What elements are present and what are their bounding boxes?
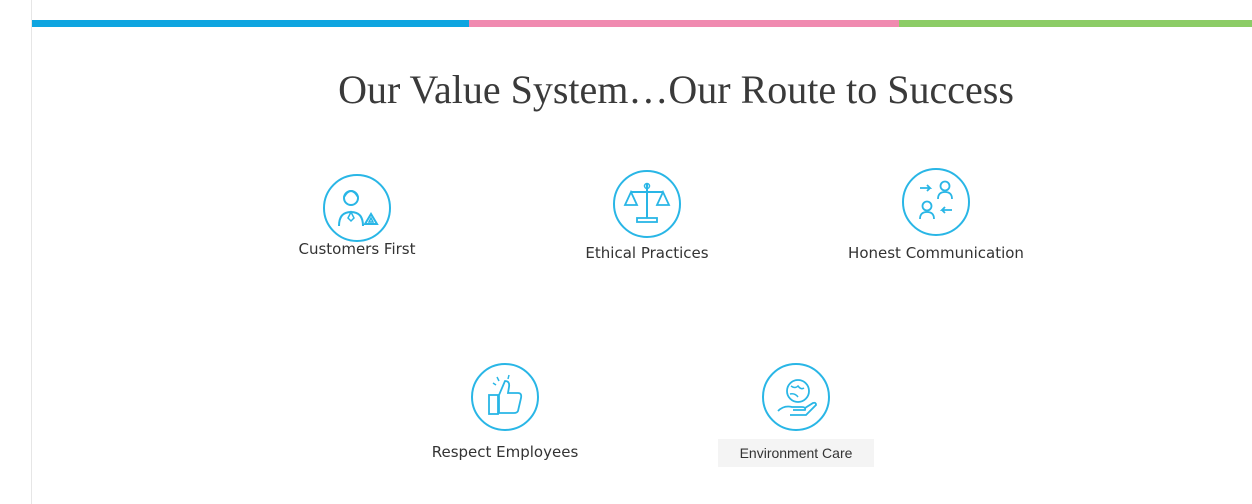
value-environment-care: Environment Care: [686, 361, 906, 467]
thumbs-up-icon: [471, 363, 539, 431]
page-title: Our Value System…Our Route to Success: [338, 67, 1014, 112]
value-ethical-practices: Ethical Practices: [537, 168, 757, 262]
customer-support-icon: [323, 174, 391, 242]
value-customers-first: Customers First: [247, 172, 467, 258]
stripe-blue: [32, 20, 469, 27]
value-label-honest-communication: Honest Communication: [848, 244, 1024, 262]
scales-of-justice-icon: [613, 170, 681, 238]
stripe-green: [899, 20, 1252, 27]
environment-care-label-box: Environment Care: [686, 439, 906, 467]
value-honest-communication: Honest Communication: [826, 166, 1046, 262]
people-exchange-icon: [902, 168, 970, 236]
stripe-pink: [469, 20, 899, 27]
value-label-customers-first: Customers First: [298, 240, 416, 258]
value-label-environment-care: Environment Care: [717, 439, 875, 467]
hand-holding-globe-icon: [762, 363, 830, 431]
value-label-ethical-practices: Ethical Practices: [585, 244, 709, 262]
color-stripe: [32, 20, 1252, 27]
value-label-respect-employees: Respect Employees: [431, 443, 579, 461]
value-respect-employees: Respect Employees: [395, 361, 615, 461]
